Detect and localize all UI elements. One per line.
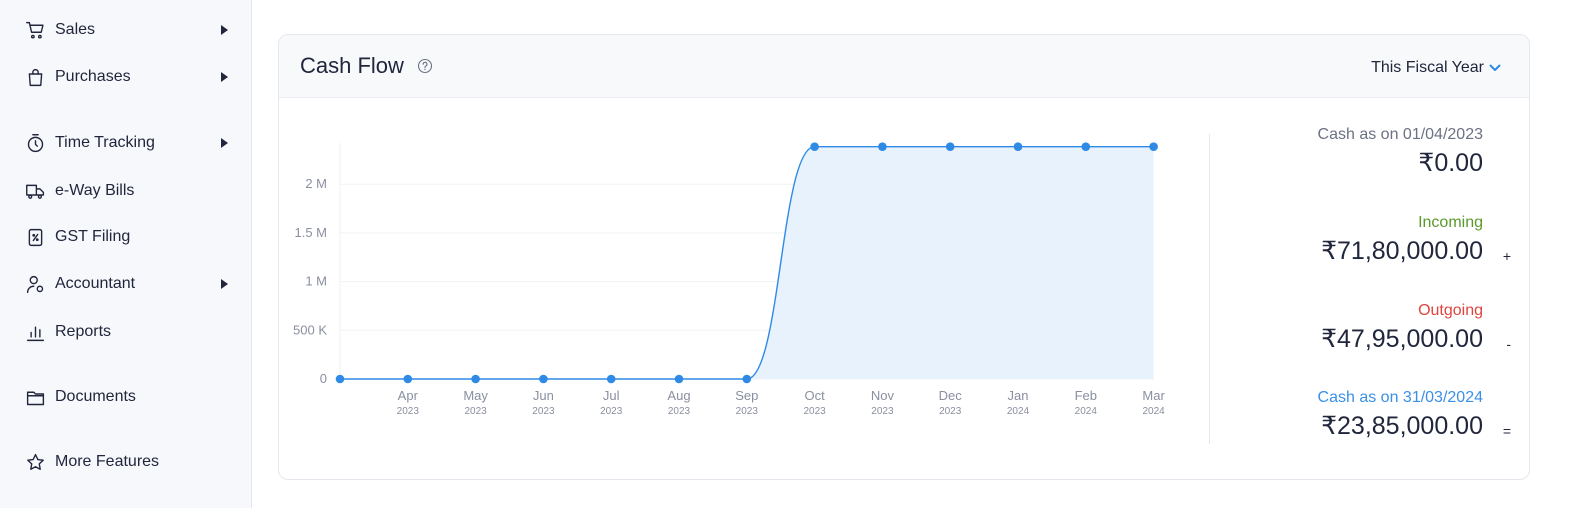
data-point <box>403 374 413 384</box>
opening-value: ₹0.00 <box>1418 149 1483 177</box>
y-tick-label: 0 <box>320 371 327 386</box>
caret-right-icon <box>221 138 228 148</box>
accountant-icon <box>24 273 46 295</box>
chevron-down-icon <box>1489 64 1501 71</box>
plus-operator: + <box>1502 248 1511 264</box>
card-header: Cash Flow This Fiscal Year <box>279 35 1529 98</box>
data-point <box>945 142 955 152</box>
data-point <box>878 142 887 152</box>
folder-icon <box>24 386 46 408</box>
sidebar-item-label: More Features <box>55 453 160 470</box>
x-tick-label-month: May <box>463 388 488 403</box>
sidebar-item-label: Time Tracking <box>55 134 155 151</box>
divider <box>1209 134 1210 444</box>
help-icon[interactable] <box>417 58 433 74</box>
outgoing-value: ₹47,95,000.00 <box>1321 325 1483 353</box>
x-tick-label-year: 2023 <box>803 406 826 417</box>
sidebar-item-label: GST Filing <box>55 228 131 245</box>
sidebar-item-label: Purchases <box>55 68 131 85</box>
sidebar-item-eway-bills[interactable]: e-Way Bills <box>0 173 252 209</box>
data-point <box>1013 142 1023 152</box>
cart-icon <box>24 19 46 41</box>
incoming-value: ₹71,80,000.00 <box>1321 237 1483 265</box>
shopping-bag-icon <box>24 66 46 88</box>
x-tick-label-month: Aug <box>667 388 690 403</box>
x-tick-label-month: Oct <box>804 388 825 403</box>
incoming-summary: Incoming ₹71,80,000.00 + <box>1321 214 1511 266</box>
data-point <box>1081 142 1091 152</box>
x-tick-label-month: Mar <box>1142 388 1165 403</box>
outgoing-label: Outgoing <box>1418 302 1483 319</box>
opening-balance: Cash as on 01/04/2023 ₹0.00 <box>1318 126 1483 178</box>
x-tick-label-year: 2023 <box>532 406 555 417</box>
data-point <box>742 374 752 384</box>
data-point <box>335 374 345 384</box>
x-tick-label-month: Jun <box>533 388 554 403</box>
equals-operator: = <box>1502 423 1511 439</box>
y-tick-label: 1 M <box>305 274 327 289</box>
sidebar-item-gst-filing[interactable]: GST Filing <box>0 219 252 255</box>
closing-value: ₹23,85,000.00 <box>1321 412 1483 440</box>
x-tick-label-year: 2023 <box>871 406 894 417</box>
sidebar-item-label: Reports <box>55 323 112 340</box>
period-dropdown[interactable]: This Fiscal Year <box>1371 59 1501 77</box>
x-tick-label-year: 2023 <box>397 406 420 417</box>
stopwatch-icon <box>24 132 46 154</box>
sidebar-item-label: Sales <box>55 21 96 38</box>
y-tick-label: 500 K <box>293 322 327 337</box>
cash-flow-card: Cash Flow This Fiscal Year 0 500 K 1 M 1.5 … <box>278 34 1530 480</box>
sidebar-item-label: Accountant <box>55 275 136 292</box>
x-tick-label-year: 2023 <box>736 406 759 417</box>
outgoing-summary: Outgoing ₹47,95,000.00 - <box>1321 302 1511 354</box>
y-tick-label: 1.5 M <box>294 225 327 240</box>
incoming-label: Incoming <box>1418 214 1483 231</box>
caret-right-icon <box>221 279 228 289</box>
x-tick-label-month: Feb <box>1075 388 1097 403</box>
minus-operator: - <box>1506 336 1511 352</box>
card-title: Cash Flow <box>300 53 404 78</box>
y-tick-label: 2 M <box>305 176 327 191</box>
sidebar-item-more-features[interactable]: More Features <box>0 444 252 480</box>
truck-icon <box>24 180 46 202</box>
x-tick-label-year: 2024 <box>1007 406 1030 417</box>
closing-label: Cash as on 31/03/2024 <box>1317 389 1483 406</box>
x-tick-label-month: Sep <box>735 388 758 403</box>
sidebar: Sales Purchases Time Tracking e-Way Bill… <box>0 0 252 508</box>
opening-label: Cash as on 01/04/2023 <box>1317 126 1483 143</box>
x-tick-label-year: 2023 <box>939 406 962 417</box>
tax-document-icon <box>24 226 46 248</box>
sidebar-item-reports[interactable]: Reports <box>0 314 252 350</box>
sidebar-item-sales[interactable]: Sales <box>0 12 252 48</box>
x-tick-label-year: 2023 <box>600 406 623 417</box>
data-point <box>539 374 548 384</box>
x-tick-label-month: Dec <box>939 388 963 403</box>
x-tick-label-month: Apr <box>398 388 419 403</box>
x-tick-label-month: Jul <box>603 388 620 403</box>
sidebar-item-purchases[interactable]: Purchases <box>0 59 252 95</box>
closing-balance: Cash as on 31/03/2024 ₹23,85,000.00 = <box>1317 389 1511 441</box>
data-point <box>1149 142 1158 152</box>
series-area <box>340 146 1154 379</box>
sidebar-item-accountant[interactable]: Accountant <box>0 266 252 302</box>
sidebar-item-documents[interactable]: Documents <box>0 379 252 415</box>
x-tick-label-year: 2024 <box>1142 406 1165 417</box>
x-tick-label-year: 2023 <box>668 406 691 417</box>
data-point <box>810 142 819 152</box>
star-icon <box>24 451 46 473</box>
data-point <box>606 374 616 384</box>
x-tick-label-year: 2024 <box>1075 406 1098 417</box>
x-tick-label-year: 2023 <box>464 406 487 417</box>
caret-right-icon <box>221 25 228 35</box>
sidebar-item-label: e-Way Bills <box>55 182 135 199</box>
data-point <box>674 374 684 384</box>
x-tick-label-month: Nov <box>871 388 895 403</box>
period-label: This Fiscal Year <box>1371 59 1484 76</box>
bar-chart-icon <box>24 321 46 343</box>
x-tick-label-month: Jan <box>1008 388 1029 403</box>
sidebar-item-time-tracking[interactable]: Time Tracking <box>0 125 252 161</box>
sidebar-item-label: Documents <box>55 388 136 405</box>
data-point <box>471 374 480 384</box>
caret-right-icon <box>221 72 228 82</box>
cash-flow-chart: 0 500 K 1 M 1.5 M 2 M Apr 2023 May 2023 Jun 2023 Ju… <box>293 142 1165 417</box>
